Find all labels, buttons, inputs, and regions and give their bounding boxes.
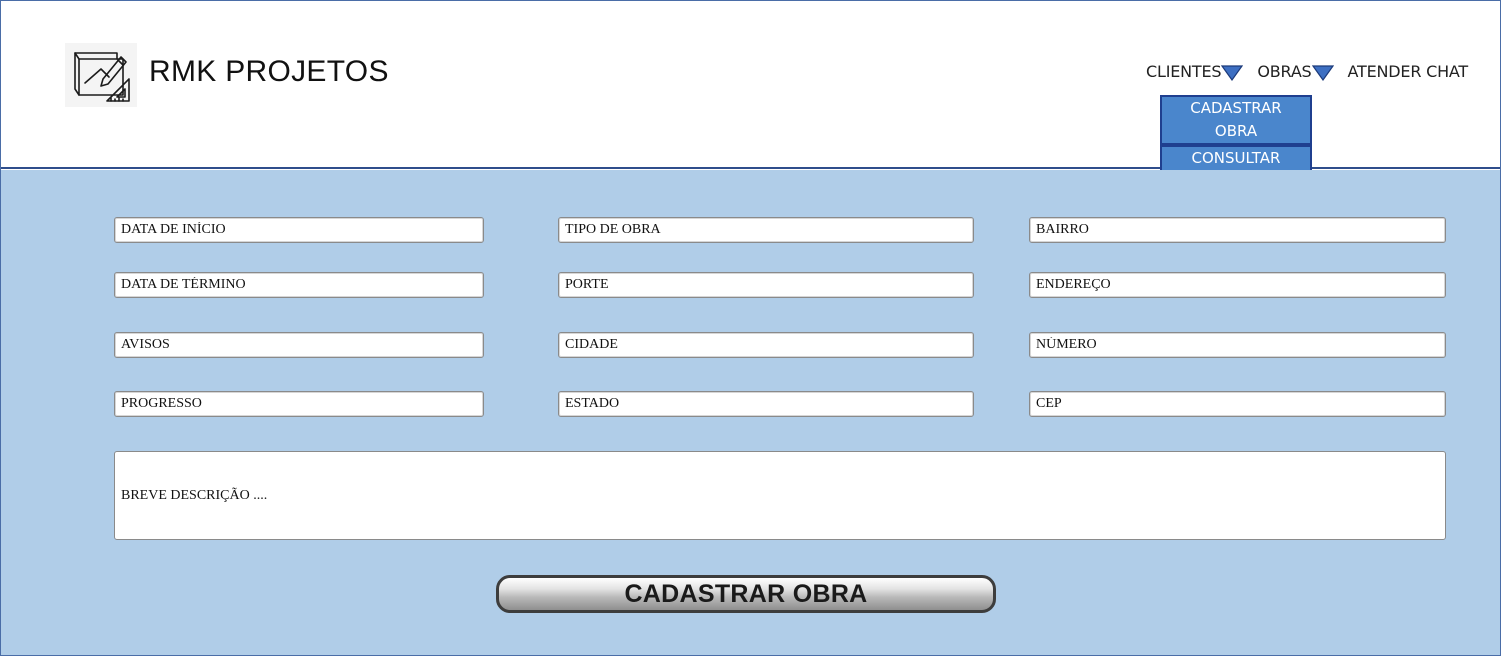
nav-clientes[interactable]: CLIENTES [1146, 61, 1244, 81]
chevron-down-icon[interactable] [1221, 65, 1244, 81]
obra-form: BREVE DESCRIÇÃO .... CADASTRAR OBRA [1, 170, 1500, 655]
cep-field[interactable] [1029, 391, 1446, 417]
porte-field[interactable] [558, 272, 974, 298]
estado-field[interactable] [558, 391, 974, 417]
cadastrar-obra-button[interactable]: CADASTRAR OBRA [496, 575, 996, 613]
avisos-field[interactable] [114, 332, 484, 358]
nav-atender-chat-label: ATENDER CHAT [1347, 61, 1469, 81]
main-nav: CLIENTES OBRAS ATENDER CHAT [1146, 59, 1468, 83]
progresso-field[interactable] [114, 391, 484, 417]
numero-field[interactable] [1029, 332, 1446, 358]
cidade-field[interactable] [558, 332, 974, 358]
nav-obras[interactable]: OBRAS [1257, 61, 1334, 81]
descricao-placeholder: BREVE DESCRIÇÃO .... [121, 488, 268, 503]
brand-name: RMK PROJETOS [149, 55, 389, 88]
data-inicio-field[interactable] [114, 217, 484, 243]
bairro-field[interactable] [1029, 217, 1446, 243]
nav-clientes-label: CLIENTES [1146, 61, 1222, 81]
blueprint-drafting-icon[interactable] [65, 43, 137, 107]
chevron-down-icon[interactable] [1311, 65, 1334, 81]
menu-item-cadastrar-obra[interactable]: CADASTRAR OBRA [1160, 95, 1312, 145]
descricao-textarea[interactable]: BREVE DESCRIÇÃO .... [114, 451, 1446, 540]
data-termino-field[interactable] [114, 272, 484, 298]
tipo-obra-field[interactable] [558, 217, 974, 243]
nav-obras-label: OBRAS [1257, 61, 1312, 81]
nav-atender-chat[interactable]: ATENDER CHAT [1347, 61, 1469, 81]
endereco-field[interactable] [1029, 272, 1446, 298]
